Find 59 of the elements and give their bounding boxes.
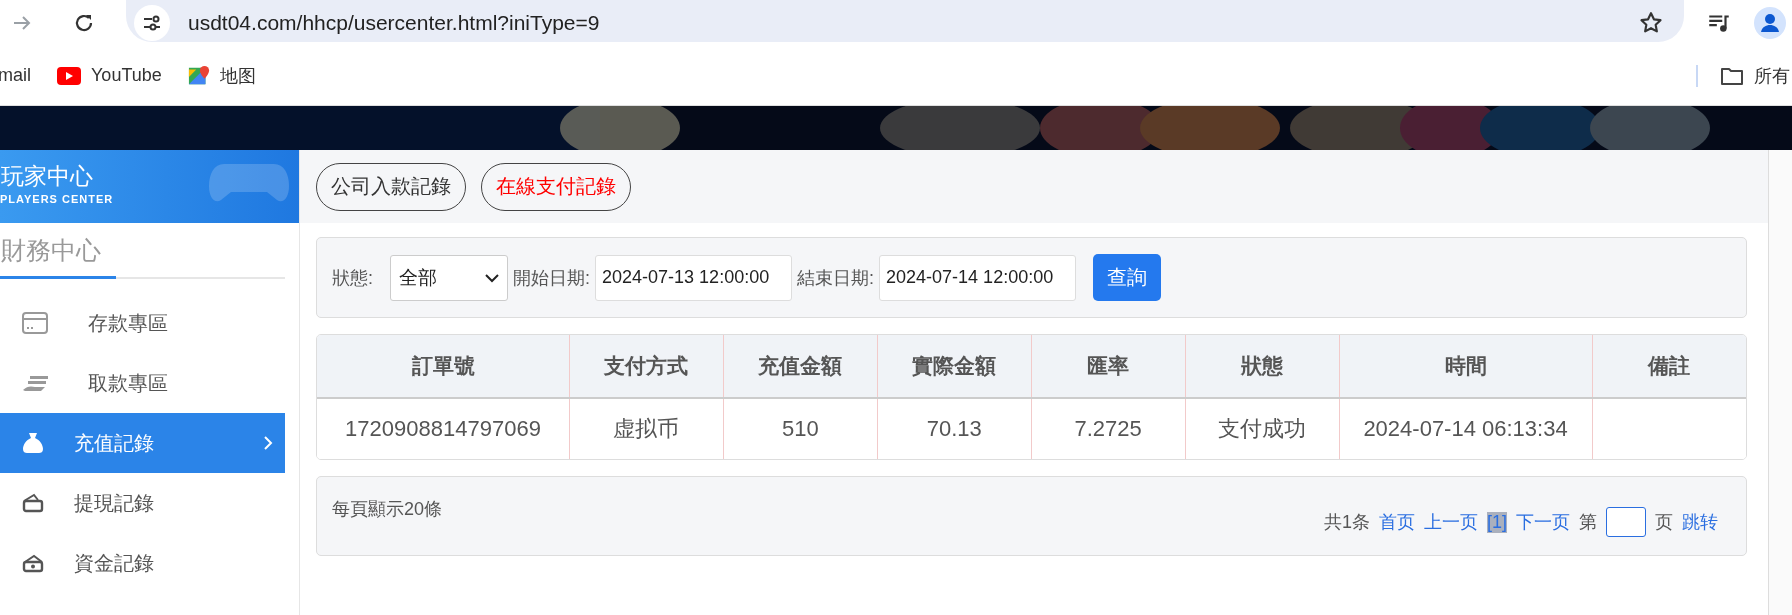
column-header: 實際金額 bbox=[877, 335, 1032, 398]
start-date-field[interactable]: 2024-07-13 12:00:00 bbox=[595, 254, 793, 301]
sidebar-item[interactable]: 提現記錄 bbox=[0, 473, 285, 533]
next-page-link[interactable]: 下一页 bbox=[1516, 510, 1570, 534]
scrollbar[interactable] bbox=[1768, 150, 1792, 615]
tab[interactable]: 在線支付記錄 bbox=[481, 162, 631, 211]
address-bar[interactable]: usdt04.com/hhcp/usercenter.html?iniType=9 bbox=[126, 0, 1684, 42]
url-text: usdt04.com/hhcp/usercenter.html?iniType=9 bbox=[188, 11, 601, 35]
sidebar-item[interactable]: 取款專區 bbox=[0, 353, 285, 413]
previous-page-link[interactable]: 上一页 bbox=[1424, 510, 1478, 534]
cash-icon bbox=[22, 553, 44, 573]
chevron-right-icon bbox=[263, 435, 273, 451]
page-prefix: 第 bbox=[1579, 511, 1597, 534]
page-suffix: 页 bbox=[1655, 511, 1673, 534]
column-header: 時間 bbox=[1339, 335, 1593, 398]
site-settings-icon[interactable] bbox=[134, 5, 170, 41]
total-count: 共1条 bbox=[1323, 511, 1370, 534]
sidebar-title: 玩家中心 bbox=[1, 162, 93, 190]
tab[interactable]: 公司入款記錄 bbox=[316, 162, 466, 211]
sidebar-item[interactable]: 存款專區 bbox=[0, 293, 285, 353]
folder-icon bbox=[1720, 65, 1744, 86]
sidebar-item[interactable]: 充值記錄 bbox=[0, 413, 285, 473]
table-cell: 7.2725 bbox=[1074, 416, 1142, 441]
table-cell: 1720908814797069 bbox=[345, 416, 541, 441]
column-header: 訂單號 bbox=[317, 335, 570, 398]
column-header: 充值金額 bbox=[723, 335, 878, 398]
sidebar-item[interactable]: 資金記錄 bbox=[0, 533, 285, 593]
table-cell: 2024-07-14 06:13:34 bbox=[1363, 416, 1568, 441]
table-cell: 70.13 bbox=[926, 416, 982, 441]
column-header: 狀態 bbox=[1185, 335, 1340, 398]
jump-link[interactable]: 跳转 bbox=[1682, 510, 1718, 534]
per-page-text: 每頁顯示20條 bbox=[332, 498, 443, 521]
bookmark[interactable]: YouTube bbox=[57, 65, 162, 86]
wallet-icon bbox=[22, 493, 44, 513]
profile-icon[interactable] bbox=[1754, 7, 1786, 39]
column-header: 備註 bbox=[1592, 335, 1746, 398]
sidebar-subtitle: PLAYERS CENTER bbox=[0, 193, 114, 206]
first-page-link[interactable]: 首页 bbox=[1379, 510, 1415, 534]
card-icon bbox=[22, 312, 48, 334]
status-label: 狀態: bbox=[332, 266, 373, 290]
column-header: 匯率 bbox=[1031, 335, 1186, 398]
query-button[interactable]: 查詢 bbox=[1093, 254, 1162, 301]
status-dropdown[interactable]: 全部 bbox=[390, 254, 508, 301]
end-date-label: 結束日期: bbox=[797, 266, 875, 290]
column-header: 支付方式 bbox=[569, 335, 724, 398]
start-date-label: 開始日期: bbox=[513, 266, 591, 290]
bookmark[interactable]: 地图 bbox=[187, 63, 256, 88]
money-bag-icon bbox=[22, 432, 44, 454]
bookmark[interactable]: mail bbox=[0, 65, 31, 86]
table-cell: 支付成功 bbox=[1218, 416, 1307, 441]
table-cell: 510 bbox=[782, 416, 819, 441]
page-number-field[interactable] bbox=[1606, 507, 1646, 537]
end-date-field[interactable]: 2024-07-14 12:00:00 bbox=[879, 254, 1077, 301]
caret-icon bbox=[485, 272, 499, 283]
play-icon bbox=[57, 66, 81, 85]
section-title: 財務中心 bbox=[1, 235, 101, 266]
all-bookmarks-button[interactable]: 所有 bbox=[1720, 63, 1790, 88]
map-pin-icon bbox=[187, 64, 210, 87]
table-cell: 虚拟币 bbox=[613, 416, 680, 441]
